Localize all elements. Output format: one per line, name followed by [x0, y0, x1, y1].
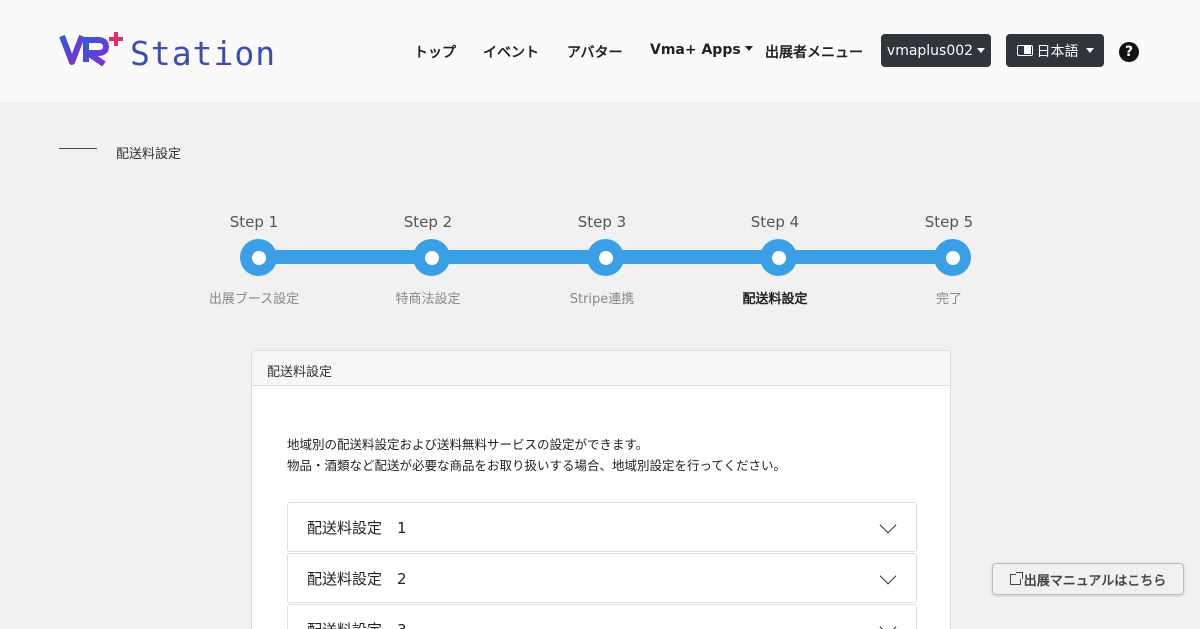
accordion-shipping-2[interactable]: 配送料設定 2 [287, 553, 917, 603]
language-button[interactable]: 日本語 [1006, 34, 1104, 67]
step-5-label: 完了 [935, 292, 962, 307]
accordion-label: 配送料設定 3 [307, 619, 407, 629]
language-icon [1016, 45, 1033, 56]
accordion-shipping-3[interactable]: 配送料設定 3 [287, 604, 917, 629]
nav-exhibitor-menu[interactable]: 出展者メニュー [765, 42, 863, 62]
caret-down-icon [1085, 48, 1094, 53]
step-2-indicator [413, 239, 450, 276]
step-2-number: Step 2 [403, 213, 453, 231]
step-2-label: 特商法設定 [395, 292, 461, 307]
step-4-label: 配送料設定 [742, 292, 808, 307]
chevron-down-icon [879, 516, 897, 534]
step-1-label: 出展ブース設定 [208, 292, 300, 307]
caret-down-icon [744, 46, 753, 51]
nav-event[interactable]: イベント [483, 42, 539, 62]
caret-down-icon [977, 48, 986, 53]
step-5-number: Step 5 [924, 213, 974, 231]
nav-apps-label: Vma+ Apps [650, 42, 741, 58]
description-line-2: 物品・酒類など配送が必要な商品をお取り扱いする場合、地域別設定を行ってください。 [287, 458, 787, 473]
breadcrumb: 配送料設定 [116, 147, 182, 162]
step-1-indicator [240, 239, 277, 276]
shipping-settings-card: 配送料設定 地域別の配送料設定および送料無料サービスの設定ができます。 物品・酒… [251, 350, 951, 629]
accordion-label: 配送料設定 1 [307, 518, 407, 537]
step-3-number: Step 3 [577, 213, 627, 231]
step-3-indicator [587, 239, 624, 276]
user-name: vmaplus002 [886, 42, 974, 59]
main-nav: トップ イベント アバター Vma+ Apps 出展者メニュー vmaplus0… [0, 0, 1200, 102]
card-title: 配送料設定 [252, 351, 950, 386]
question-circle-icon[interactable]: ? [1119, 42, 1139, 62]
step-3-label: Stripe連携 [569, 292, 635, 307]
chevron-down-icon [879, 567, 897, 585]
site-header: Station トップ イベント アバター Vma+ Apps 出展者メニュー … [0, 0, 1200, 102]
exhibitor-manual-button[interactable]: 出展マニュアルはこちら [992, 563, 1184, 595]
accordion-shipping-1[interactable]: 配送料設定 1 [287, 502, 917, 552]
accordion-label: 配送料設定 2 [307, 569, 407, 588]
step-1-number: Step 1 [229, 213, 279, 231]
description-line-1: 地域別の配送料設定および送料無料サービスの設定ができます。 [287, 437, 649, 452]
external-link-icon [1009, 571, 1023, 585]
step-4-number: Step 4 [750, 213, 800, 231]
breadcrumb-divider [59, 148, 97, 149]
card-description: 地域別の配送料設定および送料無料サービスの設定ができます。 物品・酒類など配送が… [287, 434, 786, 476]
step-4-indicator [760, 239, 797, 276]
user-menu-button[interactable]: vmaplus002 [881, 34, 991, 67]
chevron-down-icon [879, 618, 897, 629]
nav-avatar[interactable]: アバター [567, 42, 622, 62]
nav-apps-dropdown[interactable]: Vma+ Apps [650, 42, 753, 58]
nav-top[interactable]: トップ [414, 42, 456, 62]
language-label: 日本語 [1036, 43, 1079, 60]
step-5-indicator [934, 239, 971, 276]
manual-button-label: 出展マニュアルはこちら [1023, 573, 1167, 589]
